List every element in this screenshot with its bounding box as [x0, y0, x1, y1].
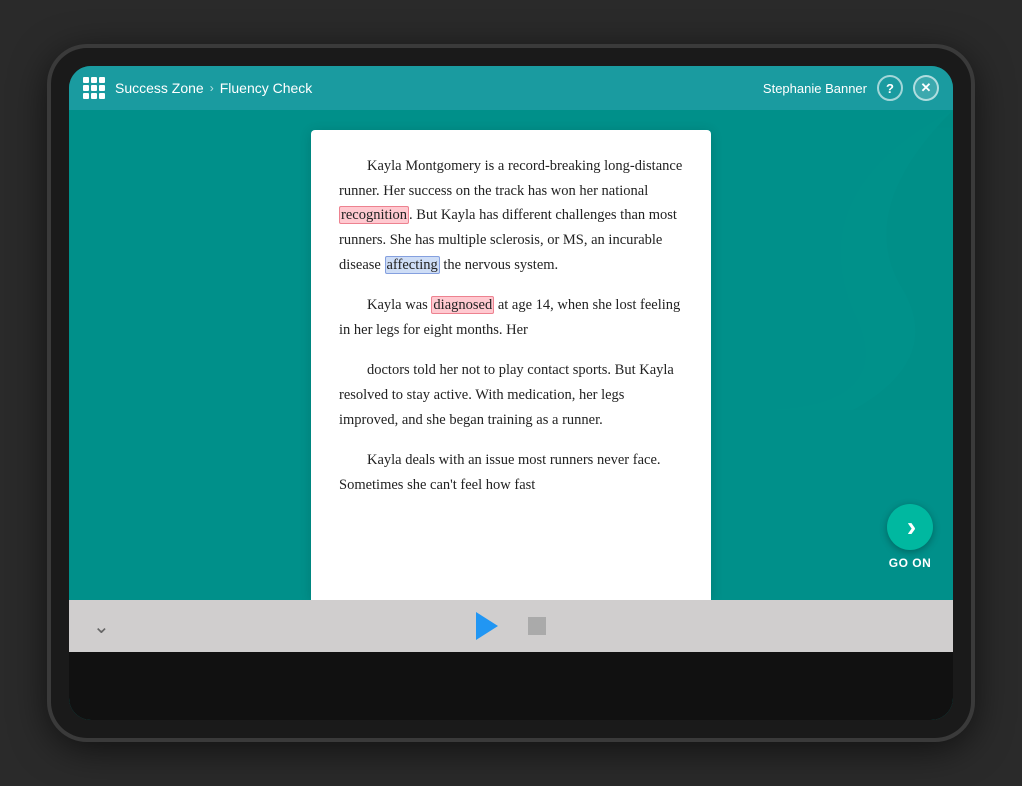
header-left: Success Zone › Fluency Check [83, 77, 312, 99]
main-content: Kayla Montgomery is a record-breaking lo… [69, 110, 953, 600]
highlight-recognition: recognition [339, 206, 409, 224]
paragraph-2: Kayla was diagnosed at age 14, when she … [339, 293, 683, 342]
device-inner: Success Zone › Fluency Check Stephanie B… [69, 66, 953, 720]
paragraph-4: Kayla deals with an issue most runners n… [339, 448, 683, 497]
header-bar: Success Zone › Fluency Check Stephanie B… [69, 66, 953, 110]
reading-panel: Kayla Montgomery is a record-breaking lo… [311, 130, 711, 600]
apps-icon[interactable] [83, 77, 105, 99]
help-button[interactable]: ? [877, 75, 903, 101]
reading-text: Kayla Montgomery is a record-breaking lo… [339, 154, 683, 498]
breadcrumb-parent[interactable]: Success Zone [115, 80, 204, 96]
breadcrumb: Success Zone › Fluency Check [115, 80, 312, 96]
go-on-container: GO ON [887, 504, 933, 570]
breadcrumb-current: Fluency Check [220, 80, 313, 96]
paragraph-3: doctors told her not to play contact spo… [339, 358, 683, 432]
user-name: Stephanie Banner [763, 81, 867, 96]
go-on-button[interactable] [887, 504, 933, 550]
stop-button[interactable] [528, 617, 546, 635]
bottom-controls: ⌄ [69, 600, 953, 652]
header-right: Stephanie Banner ? ✕ [763, 75, 939, 101]
go-on-label: GO ON [889, 556, 932, 570]
breadcrumb-separator: › [210, 81, 214, 95]
highlight-affecting: affecting [385, 256, 440, 274]
device-frame: Success Zone › Fluency Check Stephanie B… [51, 48, 971, 738]
black-bar [69, 652, 953, 720]
chevron-down-icon[interactable]: ⌄ [93, 614, 110, 639]
paragraph-1: Kayla Montgomery is a record-breaking lo… [339, 154, 683, 277]
close-button[interactable]: ✕ [913, 75, 939, 101]
highlight-diagnosed: diagnosed [431, 296, 494, 314]
play-button[interactable] [476, 612, 498, 640]
